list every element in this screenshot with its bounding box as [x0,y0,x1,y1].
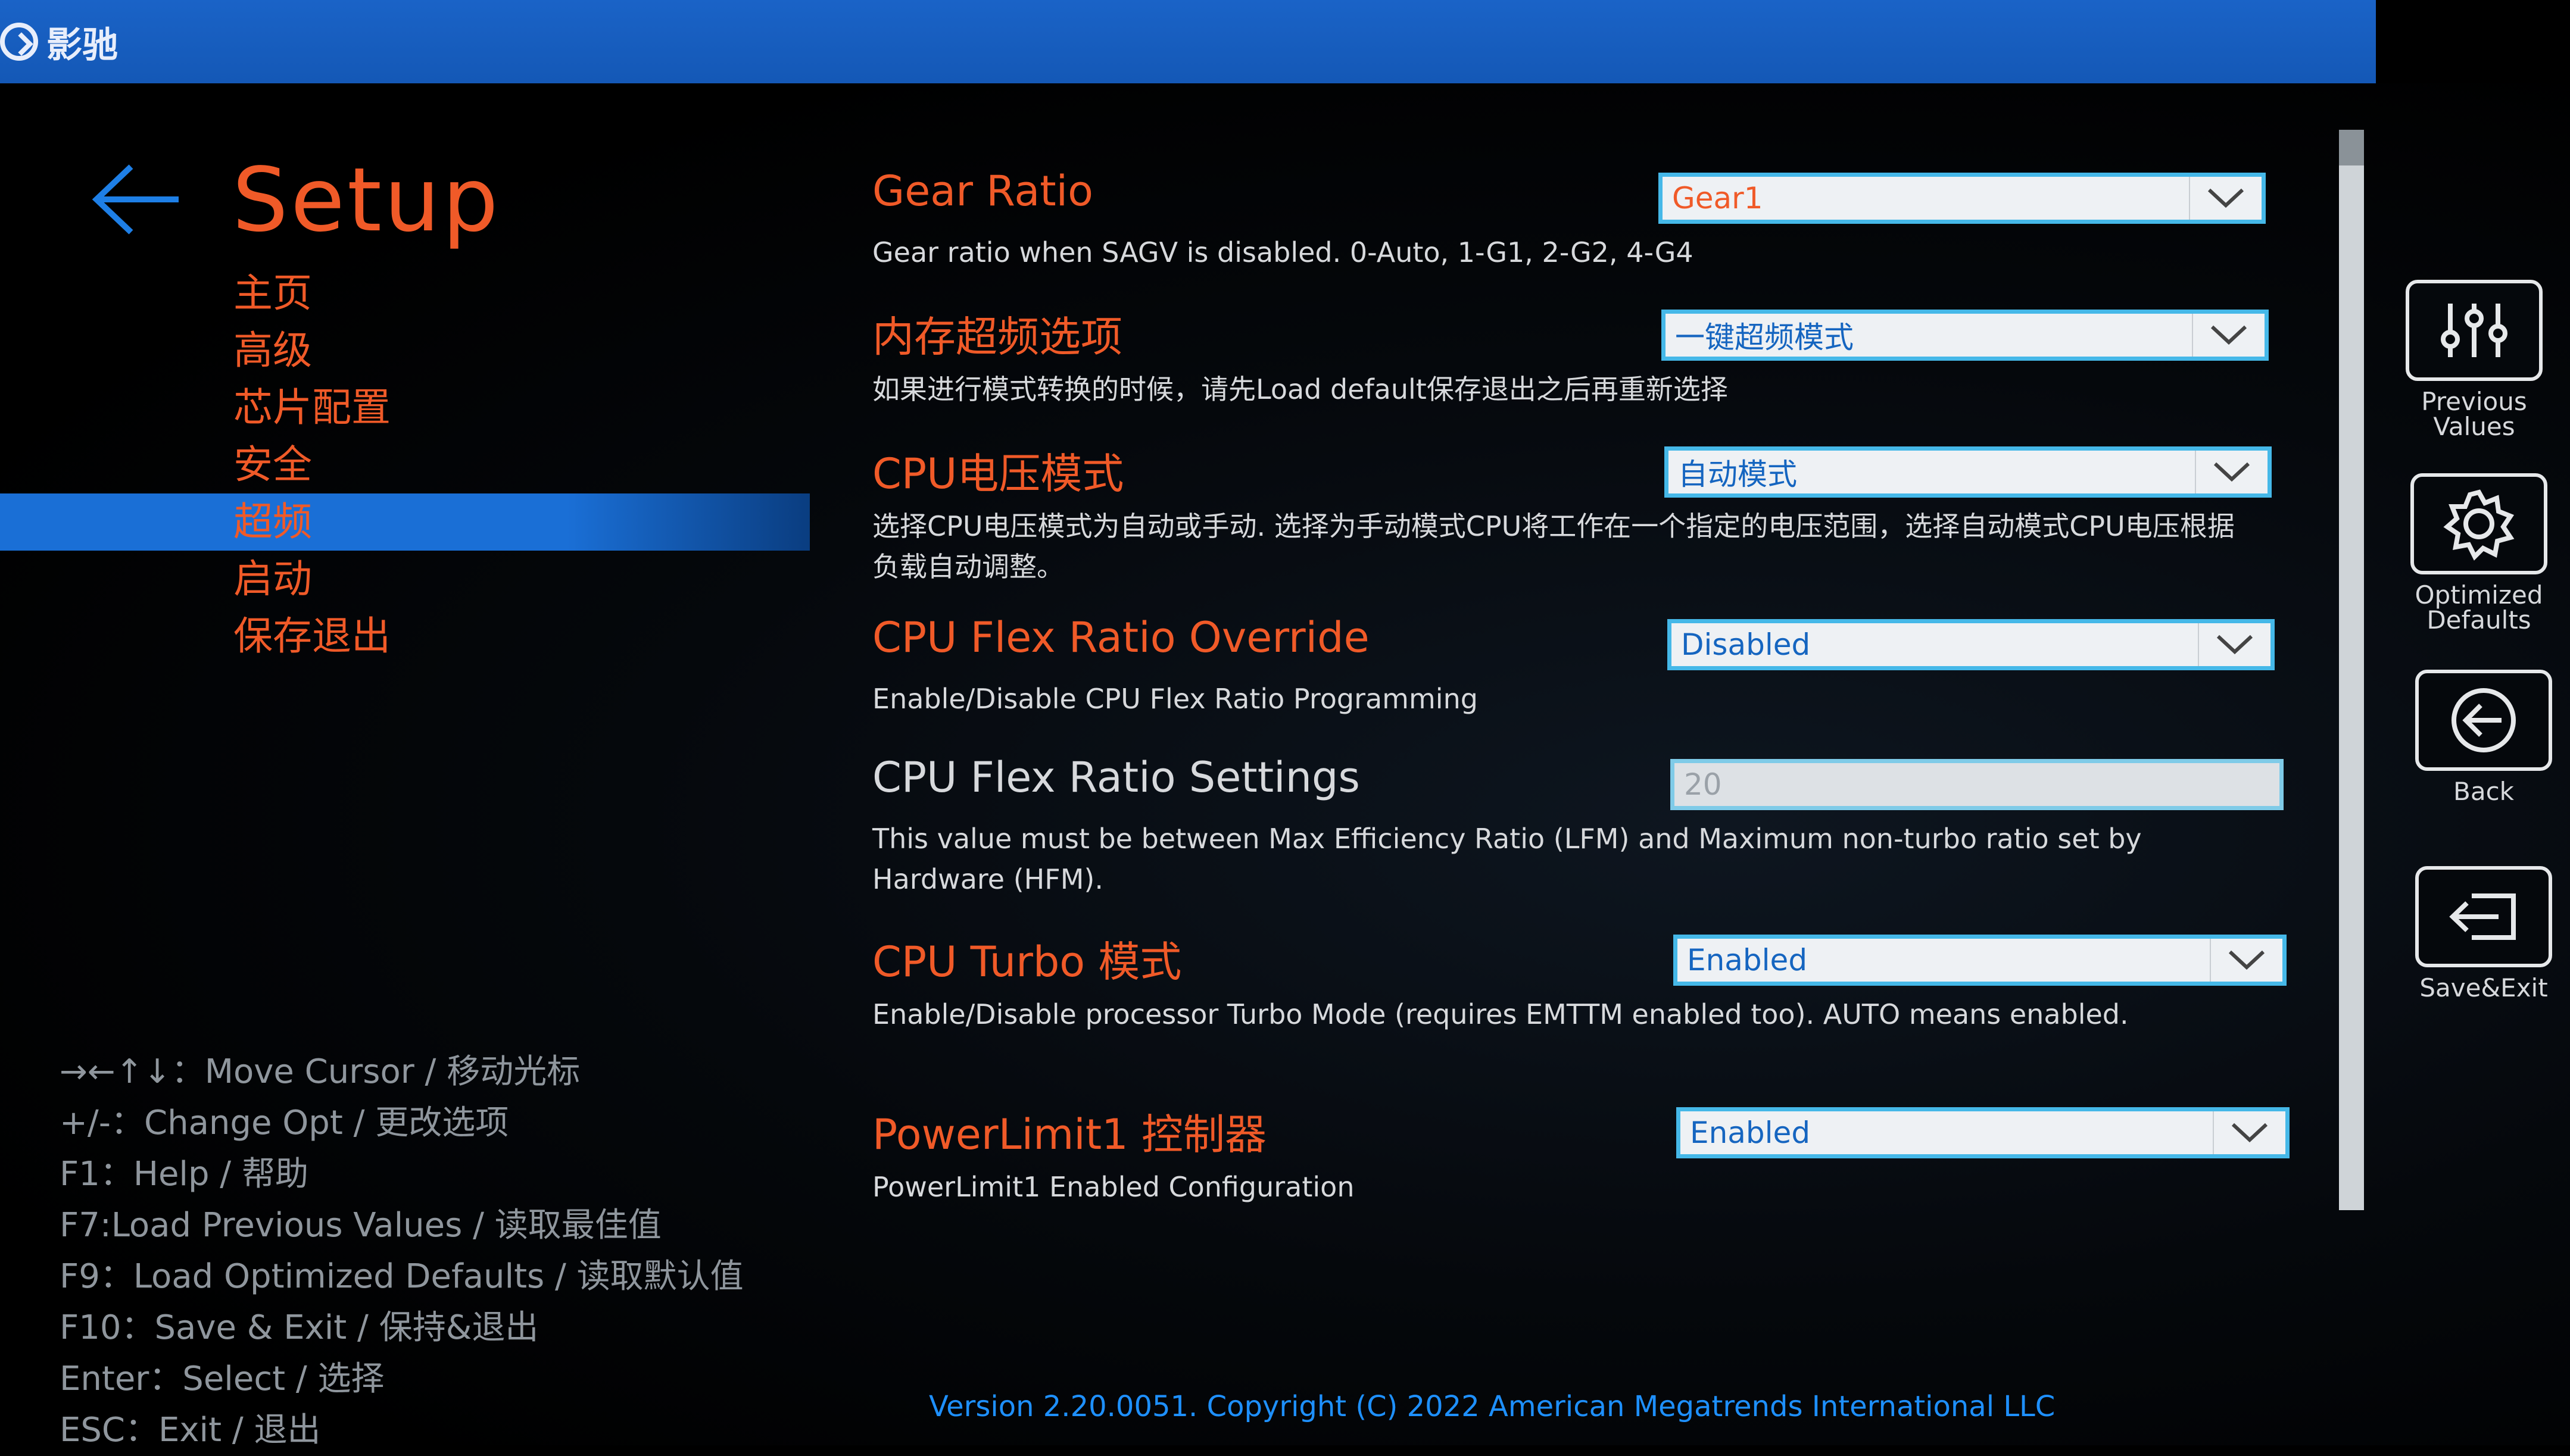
scrollbar-thumb[interactable] [2339,130,2364,165]
brand: 影驰 [0,18,118,66]
nav-item-chipset[interactable]: 芯片配置 [0,379,810,436]
setting-description: 选择CPU电压模式为自动或手动. 选择为手动模式CPU将工作在一个指定的电压范围… [872,510,2235,583]
help-line: F10：Save & Exit / 保持&退出 [60,1308,539,1347]
setting-label: CPU Flex Ratio Settings [872,753,1360,802]
setting-description: Enable/Disable processor Turbo Mode (req… [872,998,2129,1030]
setting-description: Enable/Disable CPU Flex Ratio Programmin… [872,683,1478,715]
help-line: F7:Load Previous Values / 读取最佳值 [60,1206,662,1245]
setting-label: PowerLimit1 控制器 [872,1110,1267,1159]
nav-item-advanced[interactable]: 高级 [0,322,810,379]
previous-values-label: Previous Values [2421,387,2527,441]
setting-description: This value must be between Max Efficienc… [872,823,2142,895]
nav-item-security[interactable]: 安全 [0,436,810,493]
select-value: 自动模式 [1678,457,1797,492]
chevron-down-icon[interactable] [2210,939,2282,982]
help-line: Enter：Select / 选择 [60,1360,385,1398]
setting-label: CPU电压模式 [872,449,1124,498]
help-line: →←↑↓：Move Cursor / 移动光标 [60,1052,581,1091]
chevron-down-icon[interactable] [2189,177,2262,220]
back-circle-icon [2415,670,2552,771]
cpu-flex-ratio-input[interactable]: 20 [1670,759,2284,810]
select-value: Disabled [1681,627,1811,662]
gear-icon [2410,473,2547,574]
save-exit-label: Save&Exit [2419,973,2548,1002]
chevron-down-icon[interactable] [2192,314,2265,357]
nav-item-boot[interactable]: 启动 [0,551,810,608]
exit-icon [2415,866,2552,967]
setting-label: CPU Flex Ratio Override [872,613,1370,662]
previous-values-button[interactable]: Previous Values [2388,280,2560,439]
cpu-turbo-mode-select[interactable]: Enabled [1673,935,2287,986]
help-line: ESC：Exit / 退出 [60,1411,321,1449]
key-help: →←↑↓：Move Cursor / 移动光标 +/-：Change Opt /… [60,1046,834,1456]
setting-label: 内存超频选项 [872,313,1122,361]
cpu-flex-ratio-override-select[interactable]: Disabled [1667,619,2275,670]
help-line: F9：Load Optimized Defaults / 读取默认值 [60,1257,744,1296]
brand-logo-icon [0,23,38,61]
back-label: Back [2453,777,2514,806]
back-button[interactable]: Back [2397,670,2570,804]
sidebar-nav: 主页 高级 芯片配置 安全 超频 启动 保存退出 [0,265,810,665]
save-exit-button[interactable]: Save&Exit [2397,866,2570,1001]
memory-oc-select[interactable]: 一键超频模式 [1661,310,2269,361]
setting-description: 如果进行模式转换的时候，请先Load default保存退出之后再重新选择 [872,373,1728,405]
top-bar: 影驰 [0,0,2376,83]
select-value: 一键超频模式 [1675,320,1854,355]
sliders-icon [2406,280,2543,381]
input-value: 20 [1684,767,1722,802]
powerlimit1-select[interactable]: Enabled [1676,1107,2290,1158]
chevron-down-icon[interactable] [2195,451,2268,493]
setting-label: CPU Turbo 模式 [872,938,1182,986]
brand-name: 影驰 [46,24,118,66]
nav-item-main[interactable]: 主页 [0,265,810,322]
setting-description: Gear ratio when SAGV is disabled. 0-Auto… [872,236,1693,268]
select-value: Gear1 [1672,181,1763,215]
select-value: Enabled [1690,1116,1811,1150]
optimized-defaults-button[interactable]: Optimized Defaults [2393,473,2565,633]
cpu-voltage-mode-select[interactable]: 自动模式 [1664,446,2272,498]
scrollbar-track[interactable] [2339,130,2364,1210]
help-line: F1：Help / 帮助 [60,1155,308,1193]
version-footer: Version 2.20.0051. Copyright (C) 2022 Am… [929,1390,2056,1423]
optimized-defaults-label: Optimized Defaults [2415,580,2543,635]
chevron-down-icon[interactable] [2213,1111,2285,1154]
setting-description: PowerLimit1 Enabled Configuration [872,1171,1355,1203]
chevron-down-icon[interactable] [2198,623,2270,666]
gear-ratio-select[interactable]: Gear1 [1658,173,2266,224]
help-line: +/-：Change Opt / 更改选项 [60,1104,509,1142]
select-value: Enabled [1687,943,1808,977]
back-arrow-icon[interactable] [89,161,185,238]
setting-label: Gear Ratio [872,167,1093,215]
nav-item-save-exit[interactable]: 保存退出 [0,608,810,665]
nav-item-overclock[interactable]: 超频 [0,493,810,551]
page-title: Setup [232,149,501,251]
